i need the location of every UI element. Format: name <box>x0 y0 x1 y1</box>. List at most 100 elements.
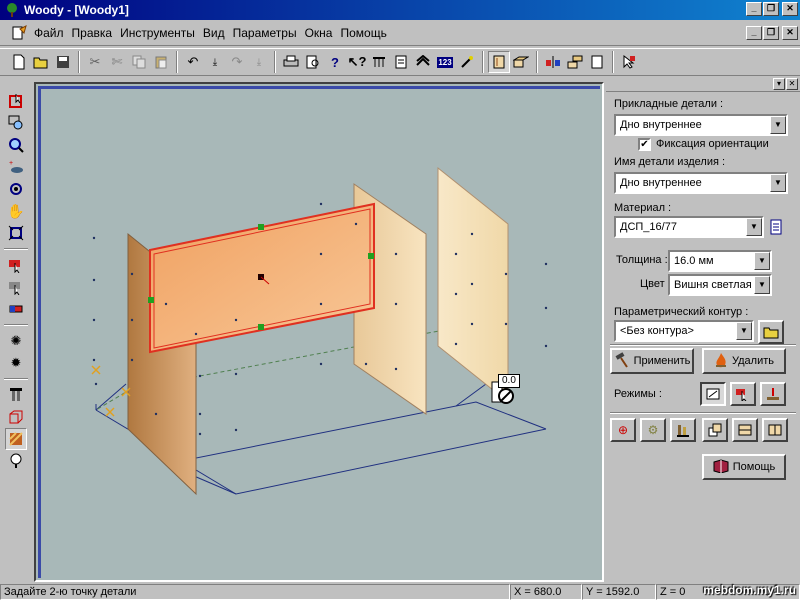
mode-frame-button[interactable] <box>700 382 726 406</box>
undo-icon[interactable]: ↶ <box>182 51 204 73</box>
mdi-close-button[interactable]: ✕ <box>782 26 798 40</box>
thickness-label: Толщина : <box>616 254 668 266</box>
zoom-window-icon[interactable] <box>5 112 27 134</box>
save-icon[interactable] <box>52 51 74 73</box>
cube-icon[interactable] <box>5 406 27 428</box>
delete-button[interactable]: Удалить <box>702 348 786 374</box>
chevron-down-icon[interactable]: ▼ <box>746 218 762 236</box>
status-bar: Задайте 2-ю точку детали X = 680.0 Y = 1… <box>0 584 800 600</box>
ruler-button[interactable] <box>670 418 696 442</box>
redo-step-icon[interactable]: ⤓ <box>248 51 270 73</box>
gear-button[interactable]: ⚙ <box>640 418 666 442</box>
copy-icon[interactable] <box>128 51 150 73</box>
contour-combo[interactable]: <Без контура> ▼ <box>614 320 754 342</box>
close-button[interactable]: ✕ <box>782 2 798 16</box>
3d-viewport[interactable]: 0.0 <box>34 82 604 582</box>
fit-view-icon[interactable] <box>5 222 27 244</box>
cut-icon[interactable]: ✂ <box>84 51 106 73</box>
main-toolbar: ✂ ✄ ↶ ⤓ ↷ ⤓ ? ↖? 123 <box>0 48 800 76</box>
pointer-icon[interactable] <box>618 51 640 73</box>
fix-orientation-checkbox[interactable]: ✔ <box>638 138 651 151</box>
chevron-down-icon[interactable]: ▼ <box>770 116 786 134</box>
material-list-icon[interactable] <box>768 218 784 236</box>
pan-hand-icon[interactable]: ✋ <box>5 200 27 222</box>
panel-header: ▾ ✕ <box>606 78 800 92</box>
restore-button[interactable]: ❐ <box>763 2 779 16</box>
book-icon <box>713 458 729 476</box>
paste-icon[interactable] <box>150 51 172 73</box>
thickness-combo[interactable]: 16.0 мм ▼ <box>668 250 772 272</box>
open-contour-button[interactable] <box>758 320 784 344</box>
texture-icon[interactable] <box>5 428 27 450</box>
mode-select-button[interactable] <box>730 382 756 406</box>
mdi-minimize-button[interactable]: _ <box>746 26 762 40</box>
watermark: mebdom.my1.ru <box>703 583 796 597</box>
numbers-icon[interactable]: 123 <box>434 51 456 73</box>
chevron-down-icon[interactable]: ▼ <box>754 252 770 270</box>
zoom-in-out-icon[interactable]: + <box>5 156 27 178</box>
chevron-down-icon[interactable]: ▼ <box>754 276 770 294</box>
help-icon[interactable]: ? <box>324 51 346 73</box>
thickness-value: 16.0 мм <box>674 255 714 267</box>
select-part-icon[interactable] <box>5 90 27 112</box>
apply-button[interactable]: Применить <box>610 348 694 374</box>
move-part-icon[interactable] <box>5 254 27 276</box>
menu-file[interactable]: Файл <box>30 26 68 40</box>
light-icon[interactable]: ✺ <box>5 330 27 352</box>
material-combo[interactable]: ДСП_16/77 ▼ <box>614 216 764 238</box>
horizontal-split-button[interactable] <box>732 418 758 442</box>
rotate-part-button[interactable] <box>702 418 728 442</box>
light-dark-icon[interactable]: ✹ <box>5 352 27 374</box>
redo-icon[interactable]: ↷ <box>226 51 248 73</box>
edit-part-icon[interactable] <box>5 276 27 298</box>
print-icon[interactable] <box>280 51 302 73</box>
menu-parameters[interactable]: Параметры <box>229 26 301 40</box>
menu-edit[interactable]: Правка <box>68 26 117 40</box>
snap-value-tooltip: 0.0 <box>498 374 520 388</box>
arrange-icon[interactable] <box>564 51 586 73</box>
mdi-restore-button[interactable]: ❐ <box>763 26 779 40</box>
compass-button[interactable]: ⊕ <box>610 418 636 442</box>
menu-view[interactable]: Вид <box>199 26 229 40</box>
menu-windows[interactable]: Окна <box>301 26 337 40</box>
panel-close-button[interactable]: ✕ <box>786 78 798 90</box>
color-combo[interactable]: Вишня светлая ▼ <box>668 274 772 296</box>
rotate-icon[interactable] <box>5 178 27 200</box>
part-name-combo[interactable]: Дно внутреннее ▼ <box>614 172 788 194</box>
contour-label: Параметрический контур : <box>614 306 749 318</box>
scene-canvas[interactable] <box>36 84 602 580</box>
zoom-icon[interactable] <box>5 134 27 156</box>
undo-step-icon[interactable]: ⤓ <box>204 51 226 73</box>
panel-menu-button[interactable]: ▾ <box>773 78 785 90</box>
page-icon[interactable] <box>586 51 608 73</box>
layers-icon[interactable] <box>412 51 434 73</box>
help-button[interactable]: Помощь <box>702 454 786 480</box>
chevron-down-icon[interactable]: ▼ <box>736 322 752 340</box>
menu-help[interactable]: Помощь <box>336 26 390 40</box>
applied-parts-combo[interactable]: Дно внутреннее ▼ <box>614 114 788 136</box>
open-icon[interactable] <box>30 51 52 73</box>
new-icon[interactable] <box>8 51 30 73</box>
menu-tools[interactable]: Инструменты <box>116 26 199 40</box>
dimensions-icon[interactable] <box>5 384 27 406</box>
columns-icon[interactable] <box>368 51 390 73</box>
info-icon[interactable] <box>5 450 27 472</box>
eraser-icon[interactable] <box>5 298 27 320</box>
wand-icon[interactable] <box>456 51 478 73</box>
document-icon[interactable] <box>390 51 412 73</box>
part-name-label: Имя детали изделия : <box>614 156 726 168</box>
context-help-icon[interactable]: ↖? <box>346 51 368 73</box>
split-icon[interactable] <box>542 51 564 73</box>
menu-bar: Файл Правка Инструменты Вид Параметры Ок… <box>0 20 800 46</box>
box-icon[interactable] <box>510 51 532 73</box>
minimize-button[interactable]: _ <box>746 2 762 16</box>
scissors-icon[interactable]: ✄ <box>106 51 128 73</box>
chevron-down-icon[interactable]: ▼ <box>770 174 786 192</box>
mode-place-button[interactable] <box>760 382 786 406</box>
preview-icon[interactable] <box>302 51 324 73</box>
applied-parts-value: Дно внутреннее <box>620 119 702 131</box>
document-app-icon[interactable] <box>10 24 28 42</box>
vertical-split-button[interactable] <box>762 418 788 442</box>
panel-icon[interactable] <box>488 51 510 73</box>
left-toolbar: + ✋ ✺ ✹ <box>0 80 32 580</box>
